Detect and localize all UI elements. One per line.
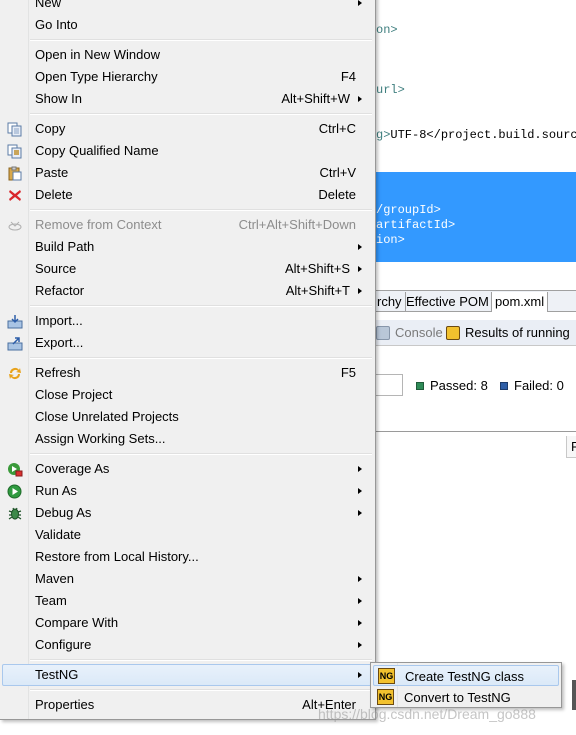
menu-separator [30,659,372,661]
menu-item-compare-with[interactable]: Compare With [2,612,372,634]
testng-submenu: NG Create TestNG class NG Convert to Tes… [370,662,562,708]
menu-item-copy-qualified-name[interactable]: Copy Qualified Name [2,140,372,162]
submenu-arrow-icon [358,620,362,626]
code-line: on> [376,23,398,37]
menu-item-validate[interactable]: Validate [2,524,372,546]
menu-item-go-into[interactable]: Go Into [2,14,372,36]
menu-item-coverage-as[interactable]: Coverage As [2,458,372,480]
menu-item-source[interactable]: Source Alt+Shift+S [2,258,372,280]
menu-separator [30,209,372,211]
menu-item-copy[interactable]: Copy Ctrl+C [2,118,372,140]
refresh-icon [9,368,21,379]
menu-item-restore-local-history[interactable]: Restore from Local History... [2,546,372,568]
copy-qualified-icon [7,144,22,159]
menu-item-delete[interactable]: Delete Delete [2,184,372,206]
menu-item-maven[interactable]: Maven [2,568,372,590]
menu-item-convert-to-testng[interactable]: NG Convert to TestNG [373,687,559,708]
menu-item-run-as[interactable]: Run As [2,480,372,502]
menu-separator [30,453,372,455]
tab-hierarchy[interactable]: rchy [374,292,406,312]
menu-item-open-type-hierarchy[interactable]: Open Type Hierarchy F4 [2,66,372,88]
menu-item-new[interactable]: New [2,0,372,14]
menu-item-refresh[interactable]: Refresh F5 [2,362,372,384]
passed-count: Passed: 8 [416,378,488,393]
editor-tab-bar: rchy Effective POM pom.xml [376,290,576,312]
export-icon [7,337,23,351]
menu-item-testng[interactable]: TestNG [2,664,372,686]
selected-line: artifactId> [376,218,456,232]
tab-pom-xml[interactable]: pom.xml [491,292,549,312]
context-menu: New Go Into Open in New Window Open Type… [0,0,376,720]
menu-separator [30,305,372,307]
remove-context-icon [8,221,22,231]
menu-item-remove-from-context: Remove from Context Ctrl+Alt+Shift+Down [2,214,372,236]
selected-text-block: /groupId> artifactId> ion> [376,172,576,262]
menu-item-export[interactable]: Export... [2,332,372,354]
testng-icon: NG [377,689,394,705]
view-tab-bar: Console Results of running [376,320,576,346]
menu-item-debug-as[interactable]: Debug As [2,502,372,524]
console-icon [376,326,390,340]
code-line: g>UTF-8</project.build.source [376,128,576,142]
import-icon [7,315,23,329]
menu-separator [30,357,372,359]
paste-icon [8,166,22,181]
menu-item-paste[interactable]: Paste Ctrl+V [2,162,372,184]
submenu-arrow-icon [358,598,362,604]
filter-input[interactable] [376,374,403,396]
failed-icon [500,381,508,390]
menu-item-team[interactable]: Team [2,590,372,612]
xml-editor[interactable]: on> url> g>UTF-8</project.build.source /… [376,0,576,270]
menu-item-import[interactable]: Import... [2,310,372,332]
debug-icon [8,507,22,520]
submenu-arrow-icon [358,488,362,494]
menu-item-assign-working-sets[interactable]: Assign Working Sets... [2,428,372,450]
menu-item-build-path[interactable]: Build Path [2,236,372,258]
scrollbar-edge[interactable] [572,680,576,710]
coverage-icon [8,463,23,477]
menu-separator [30,689,372,691]
column-header[interactable]: F [566,436,576,458]
submenu-arrow-icon [358,576,362,582]
submenu-arrow-icon [358,288,362,294]
submenu-arrow-icon [358,510,362,516]
tab-testng-results[interactable]: Results of running [446,324,570,342]
menu-item-show-in[interactable]: Show In Alt+Shift+W [2,88,372,110]
menu-separator [30,113,372,115]
menu-item-create-testng-class[interactable]: NG Create TestNG class [373,665,559,686]
tab-effective-pom[interactable]: Effective POM [403,292,493,312]
menu-item-close-project[interactable]: Close Project [2,384,372,406]
menu-item-configure[interactable]: Configure [2,634,372,656]
submenu-arrow-icon [358,96,362,102]
submenu-arrow-icon [358,466,362,472]
submenu-arrow-icon [358,672,362,678]
testng-icon [446,326,460,340]
testng-icon: NG [378,668,395,684]
menu-item-close-unrelated-projects[interactable]: Close Unrelated Projects [2,406,372,428]
failed-count: Failed: 0 [500,378,564,393]
submenu-arrow-icon [358,0,362,6]
tab-console[interactable]: Console [376,324,443,342]
testng-stats-panel: Passed: 8 Failed: 0 [376,346,576,432]
submenu-arrow-icon [358,244,362,250]
watermark: https://blog.csdn.net/Dream_go888 [318,706,536,722]
submenu-arrow-icon [358,266,362,272]
passed-icon [416,381,424,390]
menu-separator [30,39,372,41]
copy-icon [7,122,22,137]
submenu-arrow-icon [358,642,362,648]
selected-line: ion> [376,233,405,247]
delete-icon [9,190,21,201]
menu-item-open-in-new-window[interactable]: Open in New Window [2,44,372,66]
menu-item-properties[interactable]: Properties Alt+Enter [2,694,372,716]
selected-line: /groupId> [376,203,441,217]
code-line: url> [376,83,405,97]
run-icon [7,484,22,499]
menu-item-refactor[interactable]: Refactor Alt+Shift+T [2,280,372,302]
